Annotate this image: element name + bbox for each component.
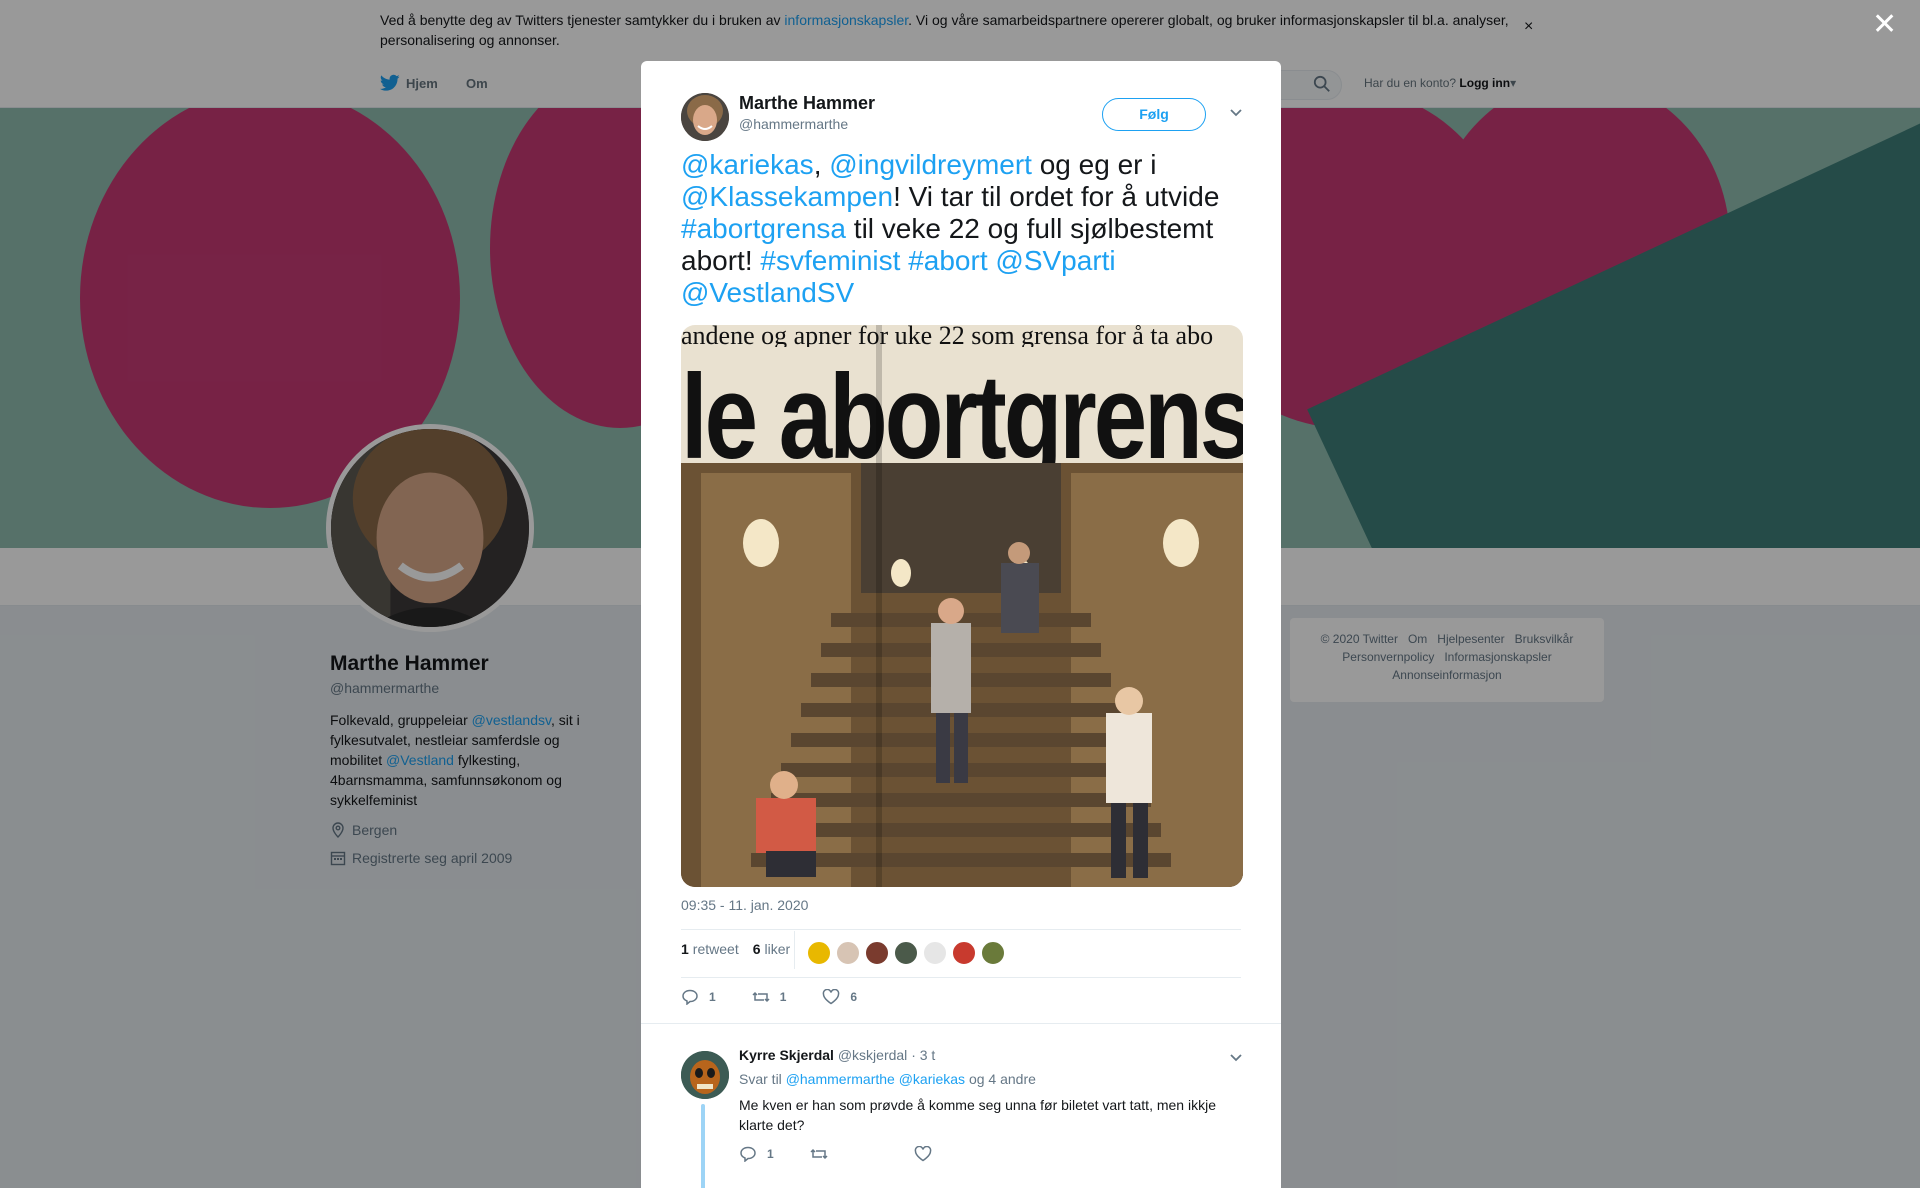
staircase-illustration — [681, 463, 1243, 887]
mention-link[interactable]: @Klassekampen — [681, 181, 893, 212]
liker-avatar[interactable] — [981, 941, 1005, 965]
retweet-icon — [810, 1148, 828, 1160]
hashtag-link[interactable]: #svfeminist — [760, 245, 900, 276]
reply-button[interactable]: 1 — [739, 1146, 774, 1162]
likes-label[interactable]: liker — [765, 941, 791, 957]
likers-avatars — [807, 941, 1010, 965]
liker-avatar[interactable] — [807, 941, 831, 965]
retweet-count: 1 — [779, 990, 787, 1004]
tweet-timestamp[interactable]: 09:35 - 11. jan. 2020 — [681, 897, 808, 913]
liker-avatar[interactable] — [865, 941, 889, 965]
chevron-down-icon[interactable] — [1229, 108, 1243, 118]
photo-caption-line: andene og apner for uke 22 som grensa fo… — [681, 325, 1214, 347]
newspaper-fold — [876, 325, 882, 887]
reply-to-line: Svar til @hammermarthe @kariekas og 4 an… — [739, 1071, 1036, 1087]
reply-author-name[interactable]: Kyrre Skjerdal — [739, 1047, 834, 1063]
tweet-modal: Marthe Hammer @hammermarthe Følg @kariek… — [641, 61, 1281, 1188]
reply-time[interactable]: · 3 t — [911, 1047, 935, 1063]
tweet-text-part: ! Vi tar til ordet for å utvide — [893, 181, 1220, 212]
liker-avatar[interactable] — [894, 941, 918, 965]
photo-staircase-scene — [681, 463, 1243, 887]
reply-text: Me kven er han som prøvde å komme seg un… — [739, 1097, 1216, 1133]
tweet-text-part: , — [813, 149, 830, 180]
thread-line — [701, 1104, 705, 1188]
mention-link[interactable]: @VestlandSV — [681, 277, 854, 308]
reply-icon — [682, 989, 698, 1005]
mention-link[interactable]: @SVparti — [995, 245, 1115, 276]
like-button[interactable]: 6 — [822, 989, 857, 1005]
retweets-count[interactable]: 1 — [681, 941, 689, 957]
like-button[interactable] — [914, 1146, 942, 1162]
reply-count: 1 — [709, 990, 716, 1004]
heart-icon — [823, 989, 840, 1005]
reply-avatar-image — [681, 1051, 729, 1099]
stats-separator — [794, 931, 795, 969]
liker-avatar[interactable] — [952, 941, 976, 965]
author-avatar-image — [681, 93, 729, 141]
reply-author-avatar[interactable] — [681, 1051, 729, 1099]
reply-suffix[interactable]: og 4 andre — [965, 1071, 1036, 1087]
hashtag-link[interactable]: #abortgrensa — [681, 213, 846, 244]
tweet-actions: 1 1 6 — [681, 989, 893, 1005]
likes-count[interactable]: 6 — [753, 941, 761, 957]
reply-to-link[interactable]: @hammermarthe @kariekas — [786, 1071, 965, 1087]
like-count: 6 — [850, 990, 858, 1004]
retweet-button[interactable] — [810, 1146, 838, 1162]
tweet-author-avatar[interactable] — [681, 93, 729, 141]
chevron-down-icon[interactable] — [1229, 1053, 1243, 1063]
divider — [681, 977, 1241, 978]
mention-link[interactable]: @ingvildreymert — [829, 149, 1032, 180]
reply-button[interactable]: 1 — [681, 989, 716, 1005]
liker-avatar[interactable] — [836, 941, 860, 965]
divider — [681, 929, 1241, 930]
liker-avatar[interactable] — [923, 941, 947, 965]
reply-actions: 1 — [739, 1146, 978, 1162]
divider — [641, 1023, 1281, 1024]
tweet-stats: 1 retweet 6 liker — [681, 941, 790, 957]
reply-header: Kyrre Skjerdal @kskjerdal · 3 t — [739, 1047, 935, 1063]
tweet-photo[interactable]: andene og apner for uke 22 som grensa fo… — [681, 325, 1243, 887]
hashtag-link[interactable]: #abort — [908, 245, 987, 276]
reply-icon — [740, 1146, 756, 1162]
follow-button[interactable]: Følg — [1102, 98, 1206, 131]
retweets-label[interactable]: retweet — [693, 941, 739, 957]
modal-close-button[interactable]: ✕ — [1872, 10, 1897, 40]
retweet-icon — [752, 991, 770, 1003]
tweet-text: @kariekas, @ingvildreymert og eg er i @K… — [681, 149, 1241, 309]
reply-count: 1 — [767, 1147, 774, 1161]
retweet-button[interactable]: 1 — [752, 989, 787, 1005]
heart-icon — [914, 1146, 931, 1162]
reply-author-handle[interactable]: @kskjerdal — [838, 1047, 907, 1063]
reply-prefix: Svar til — [739, 1071, 786, 1087]
mention-link[interactable]: @kariekas — [681, 149, 814, 180]
tweet-author-name[interactable]: Marthe Hammer — [739, 93, 875, 114]
tweet-author-handle[interactable]: @hammermarthe — [739, 116, 848, 132]
tweet-text-part: og eg er i — [1031, 149, 1157, 180]
